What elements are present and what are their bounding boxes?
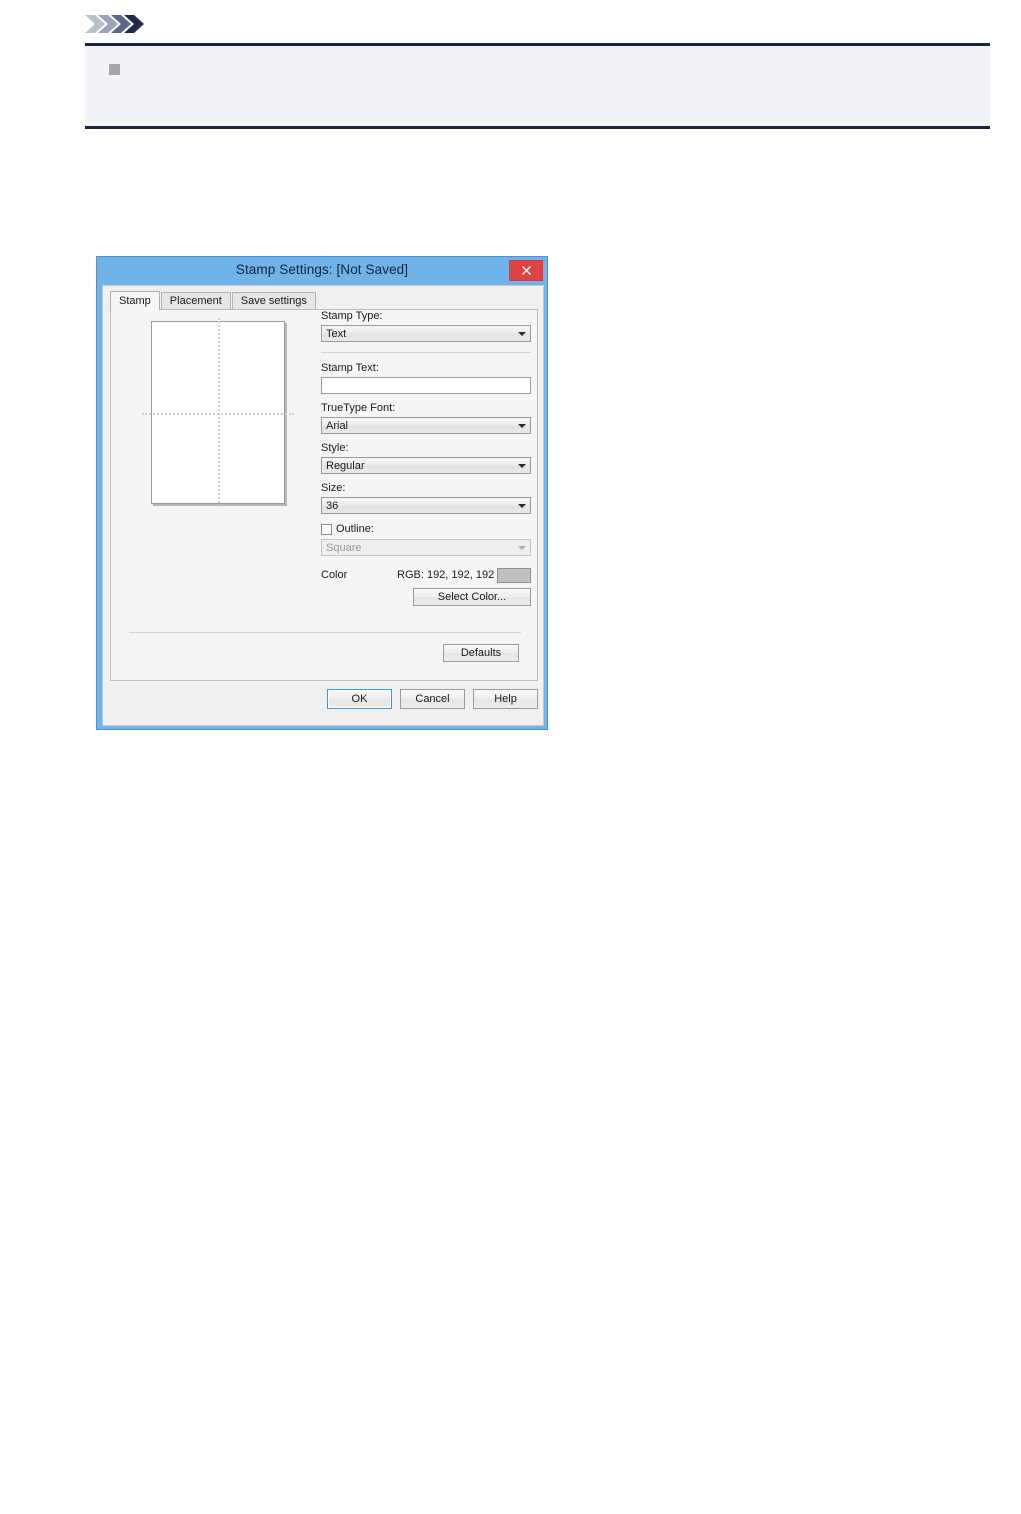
select-color-label: Select Color...: [437, 590, 507, 603]
outline-checkbox-row[interactable]: Outline:: [321, 523, 531, 536]
chevron-down-icon: [518, 331, 526, 336]
chevron-down-icon: [518, 463, 526, 468]
ok-label: OK: [351, 692, 368, 705]
tab-placement-label: Placement: [169, 295, 222, 307]
tabstrip: Stamp Placement Save settings: [110, 291, 538, 310]
help-label: Help: [494, 692, 517, 705]
style-label: Style:: [321, 442, 349, 454]
truetype-font-value: Arial: [326, 419, 349, 432]
stamp-text-input[interactable]: [321, 377, 531, 394]
divider-2: [129, 632, 521, 633]
size-select[interactable]: 36: [321, 497, 531, 514]
cancel-button[interactable]: Cancel: [400, 689, 465, 709]
outline-label: Outline:: [336, 523, 374, 535]
size-value: 36: [326, 499, 339, 512]
color-swatch: [497, 568, 531, 583]
color-row: Color RGB: 192, 192, 192: [321, 568, 531, 584]
help-button[interactable]: Help: [473, 689, 538, 709]
chevron-down-icon: [518, 503, 526, 508]
tab-stamp-label: Stamp: [119, 294, 151, 307]
outline-shape-select[interactable]: Square: [321, 539, 531, 556]
color-label: Color: [321, 569, 348, 581]
outline-shape-value: Square: [326, 541, 362, 554]
dialog-titlebar[interactable]: Stamp Settings: [Not Saved]: [97, 257, 547, 285]
tab-save-settings[interactable]: Save settings: [231, 292, 316, 310]
truetype-font-select[interactable]: Arial: [321, 417, 531, 434]
chevron-logo: [85, 13, 155, 35]
select-color-button[interactable]: Select Color...: [413, 588, 531, 606]
dialog-title: Stamp Settings: [Not Saved]: [235, 262, 409, 277]
stamp-type-label: Stamp Type:: [321, 310, 383, 322]
color-rgb-value: RGB: 192, 192, 192: [397, 569, 495, 581]
stamp-text-label: Stamp Text:: [321, 362, 379, 374]
stamp-form: Stamp Type: Text Stamp Text: TrueType Fo…: [321, 310, 531, 606]
style-value: Regular: [326, 459, 365, 472]
preview-guide-horizontal: [142, 412, 294, 415]
stamp-preview: [142, 318, 294, 507]
defaults-label: Defaults: [460, 646, 502, 659]
tab-save-settings-label: Save settings: [240, 295, 307, 307]
tab-placement[interactable]: Placement: [160, 292, 231, 310]
dialog-button-bar: OK Cancel Help: [110, 687, 538, 711]
tab-stamp[interactable]: Stamp: [110, 291, 160, 310]
stamp-type-select[interactable]: Text: [321, 325, 531, 342]
preview-paper: [142, 318, 294, 507]
stamp-type-value: Text: [326, 327, 347, 340]
chevron-down-icon: [518, 423, 526, 428]
divider-1: [321, 352, 531, 353]
dialog-body: Stamp Placement Save settings Stamp Type…: [102, 285, 544, 726]
style-select[interactable]: Regular: [321, 457, 531, 474]
close-icon[interactable]: [509, 260, 543, 281]
page-root: Stamp Settings: [Not Saved] Stamp Placem…: [0, 0, 1021, 1514]
truetype-font-label: TrueType Font:: [321, 402, 396, 414]
size-label: Size:: [321, 482, 346, 494]
stamp-tab-panel: Stamp Type: Text Stamp Text: TrueType Fo…: [110, 309, 538, 681]
ok-button[interactable]: OK: [327, 689, 392, 709]
note-box: [85, 43, 990, 129]
cancel-label: Cancel: [415, 692, 450, 705]
square-bullet-icon: [109, 64, 120, 75]
outline-checkbox[interactable]: [321, 524, 332, 535]
defaults-button[interactable]: Defaults: [443, 644, 519, 662]
stamp-settings-dialog: Stamp Settings: [Not Saved] Stamp Placem…: [96, 256, 548, 730]
chevron-down-icon: [518, 545, 526, 550]
